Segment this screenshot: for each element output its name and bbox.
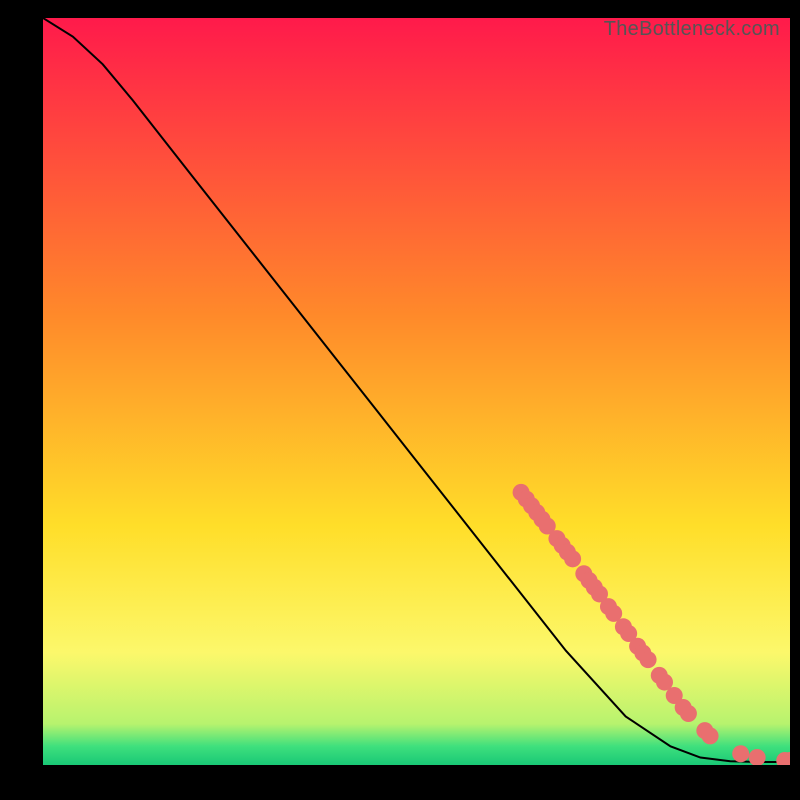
data-marker <box>680 705 697 722</box>
data-marker <box>732 745 749 762</box>
data-marker <box>702 727 719 744</box>
data-marker <box>564 550 581 567</box>
chart-frame: TheBottleneck.com <box>0 0 800 800</box>
plot-area: TheBottleneck.com <box>43 18 790 765</box>
watermark-text: TheBottleneck.com <box>604 18 780 41</box>
data-marker <box>640 651 657 668</box>
chart-svg <box>43 18 790 765</box>
